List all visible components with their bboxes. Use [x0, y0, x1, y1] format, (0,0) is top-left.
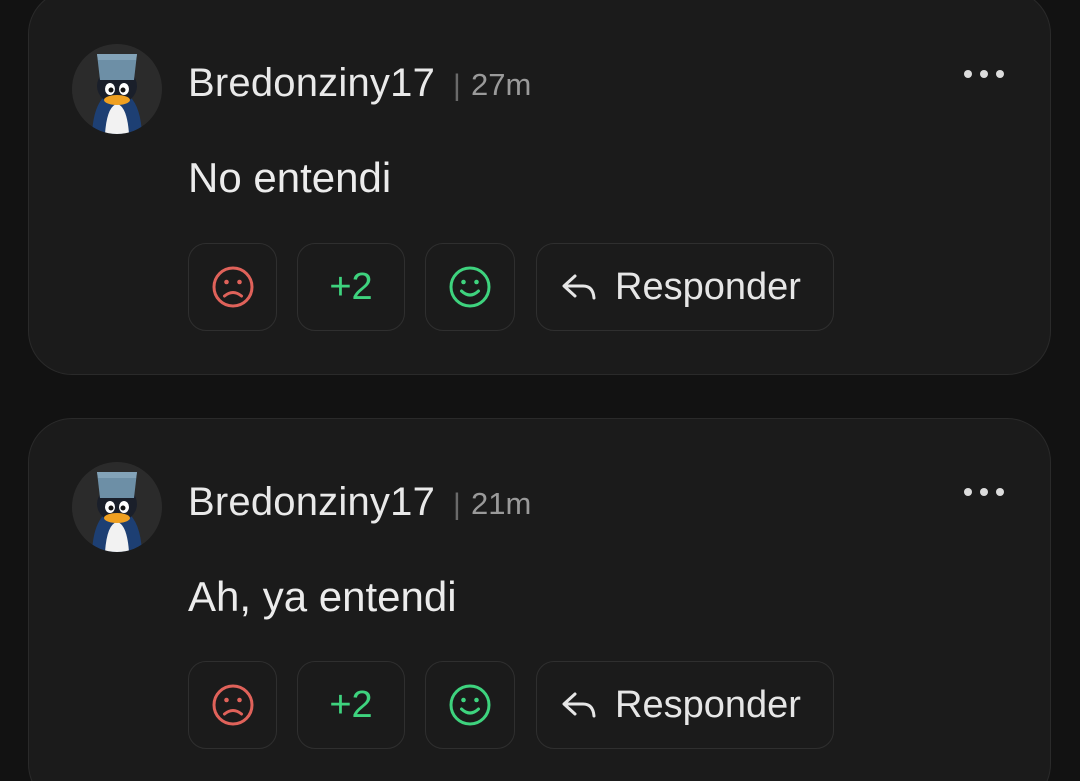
timestamp: 21m — [471, 486, 532, 521]
comment-card: Bredonziny17 | 27m No entendi +2 Respond… — [28, 0, 1051, 375]
dislike-button[interactable] — [188, 661, 277, 749]
username[interactable]: Bredonziny17 — [188, 61, 435, 106]
separator: | — [453, 69, 461, 102]
comment-text: No entendi — [188, 154, 392, 201]
reply-button[interactable]: Responder — [536, 243, 834, 331]
happy-face-icon — [449, 684, 491, 726]
reply-arrow-icon — [562, 274, 596, 300]
timestamp: 27m — [471, 67, 532, 102]
like-button[interactable] — [425, 243, 515, 331]
more-options-icon[interactable] — [964, 67, 1004, 81]
score-counter[interactable]: +2 — [297, 661, 405, 749]
like-button[interactable] — [425, 661, 515, 749]
comment-card: Bredonziny17 | 21m Ah, ya entendi +2 Res… — [28, 418, 1051, 781]
username[interactable]: Bredonziny17 — [188, 480, 435, 525]
score-value: +2 — [329, 265, 373, 308]
reply-arrow-icon — [562, 692, 596, 718]
sad-face-icon — [212, 684, 253, 726]
happy-face-icon — [449, 266, 491, 308]
sad-face-icon — [212, 266, 253, 308]
more-options-icon[interactable] — [964, 485, 1004, 499]
comment-feed: Bredonziny17 | 27m No entendi +2 Respond… — [0, 0, 1080, 781]
avatar[interactable] — [72, 462, 162, 552]
avatar[interactable] — [72, 44, 162, 134]
comment-text: Ah, ya entendi — [188, 573, 457, 620]
reply-label: Responder — [615, 265, 801, 308]
score-value: +2 — [329, 683, 373, 726]
reply-label: Responder — [615, 683, 801, 726]
reply-button[interactable]: Responder — [536, 661, 834, 749]
dislike-button[interactable] — [188, 243, 277, 331]
score-counter[interactable]: +2 — [297, 243, 405, 331]
separator: | — [453, 488, 461, 521]
